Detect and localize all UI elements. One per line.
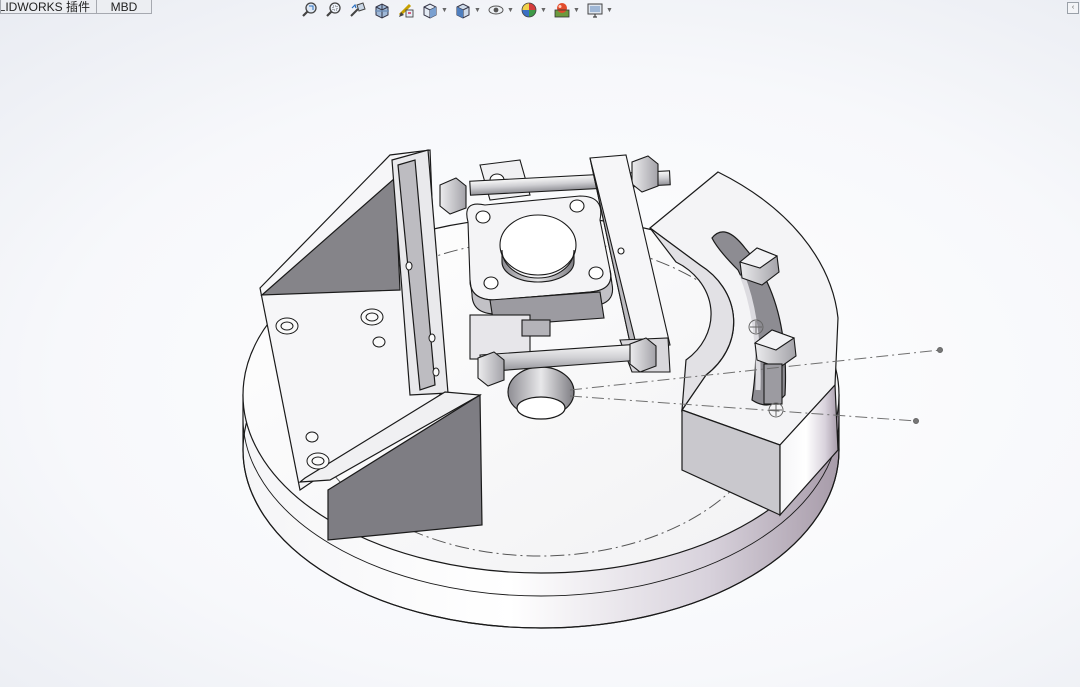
view-settings-button[interactable] <box>585 0 605 20</box>
previous-view-button[interactable] <box>348 0 368 20</box>
display-style-icon <box>456 3 470 19</box>
view-settings-icon <box>587 3 603 18</box>
heads-up-view-toolbar: ▼ ▼ ▼ ▼ ▼ ▼ <box>300 0 614 20</box>
tab-label: SOLIDWORKS 插件 <box>0 0 90 14</box>
command-manager-tabs: SOLIDWORKS 插件 MBD <box>0 0 152 15</box>
front-nut-left <box>477 351 505 387</box>
apply-scene-icon <box>554 3 570 18</box>
display-style-dropdown[interactable]: ▼ <box>474 7 481 14</box>
collapse-panel-button[interactable]: ‹ <box>1067 2 1079 14</box>
hide-show-items-dropdown[interactable]: ▼ <box>507 7 514 14</box>
graphics-area[interactable] <box>0 0 1080 687</box>
previous-view-icon <box>350 2 366 17</box>
section-view-icon <box>375 3 389 19</box>
edit-appearance-button[interactable] <box>519 0 539 20</box>
collapse-panel-label: ‹ <box>1071 4 1075 11</box>
rear-nut-left <box>439 177 467 215</box>
edit-appearance-dropdown[interactable]: ▼ <box>540 7 547 14</box>
section-view-button[interactable] <box>372 0 392 20</box>
view-orientation-button[interactable] <box>420 0 440 20</box>
view-orientation-icon <box>423 3 437 19</box>
edit-appearance-icon <box>521 2 537 18</box>
workpiece-bore <box>499 214 577 276</box>
zoom-to-area-button[interactable] <box>324 0 344 20</box>
center-through-hole <box>507 366 575 420</box>
zoom-to-fit-button[interactable] <box>300 0 320 20</box>
left-gusset-dark <box>260 176 401 296</box>
display-style-button[interactable] <box>453 0 473 20</box>
dynamic-annotation-icon <box>398 3 414 18</box>
rear-nut-right <box>631 155 659 193</box>
tab-mbd[interactable]: MBD <box>97 0 152 14</box>
view-orientation-dropdown[interactable]: ▼ <box>441 7 448 14</box>
hide-show-items-icon <box>488 5 504 15</box>
zoom-to-fit-icon <box>302 2 317 17</box>
hide-show-items-button[interactable] <box>486 0 506 20</box>
clamp-assembly[interactable] <box>439 154 671 387</box>
view-settings-dropdown[interactable]: ▼ <box>606 7 613 14</box>
zoom-to-area-icon <box>326 2 341 17</box>
apply-scene-dropdown[interactable]: ▼ <box>573 7 580 14</box>
tab-label: MBD <box>110 0 138 14</box>
tab-solidworks-addins[interactable]: SOLIDWORKS 插件 <box>0 0 97 14</box>
bolt-lower-shank <box>763 363 783 405</box>
dynamic-annotation-button[interactable] <box>396 0 416 20</box>
front-nut-right <box>629 337 657 373</box>
apply-scene-button[interactable] <box>552 0 572 20</box>
